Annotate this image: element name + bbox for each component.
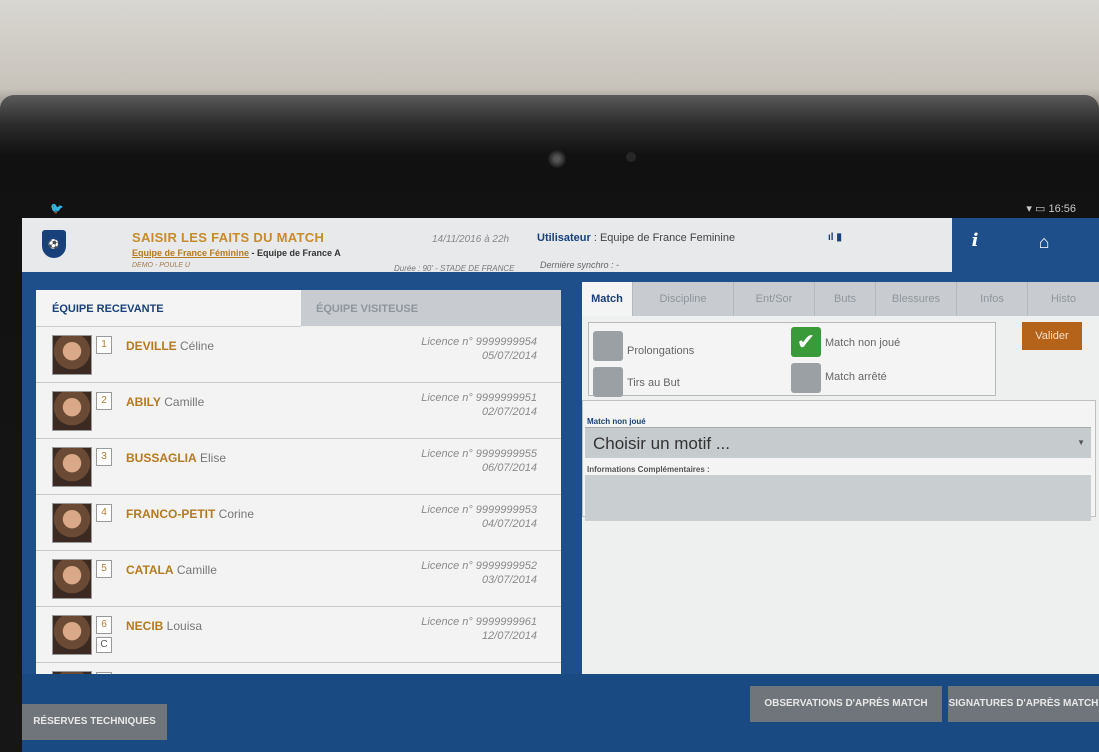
shirt-number: 1	[96, 336, 112, 354]
chevron-down-icon: ▼	[1077, 438, 1085, 447]
tab-blessures[interactable]: Blessures	[876, 282, 957, 316]
player-name: BUSSAGLIA Elise	[126, 451, 227, 465]
signatures-button[interactable]: SIGNATURES D'APRÈS MATCH	[948, 686, 1099, 722]
bottom-bar: RÉSERVES TECHNIQUES OBSERVATIONS D'APRÈS…	[22, 674, 1099, 752]
player-name: DEVILLE Céline	[126, 339, 215, 353]
shirt-number: 5	[96, 560, 112, 578]
captain-badge: C	[96, 637, 112, 653]
player-row[interactable]: 2 ABILY Camille Licence n° 9999999951 02/…	[36, 383, 561, 439]
shirt-number: 4	[96, 504, 112, 522]
reserves-button[interactable]: RÉSERVES TECHNIQUES	[22, 704, 167, 740]
tab-away-team[interactable]: ÉQUIPE VISITEUSE	[301, 290, 561, 326]
player-licence: Licence n° 9999999961 12/07/2014	[421, 616, 537, 642]
match-non-joue-section: Match non joué Choisir un motif ... ▼ In…	[582, 400, 1096, 521]
match-date: 14/11/2016 à 22h	[432, 234, 510, 245]
match-tabs: Match Discipline Ent/Sor Buts Blessures …	[582, 282, 1099, 316]
player-row[interactable]: 5 CATALA Camille Licence n° 9999999952 03…	[36, 551, 561, 607]
player-row[interactable]: 3 BUSSAGLIA Elise Licence n° 9999999955 0…	[36, 439, 561, 495]
players-panel: ÉQUIPE RECEVANTE ÉQUIPE VISITEUSE 1 DEVI…	[36, 290, 561, 674]
checkmark-icon: ✔	[796, 329, 816, 354]
player-name: CATALA Camille	[126, 563, 217, 577]
info-label: Informations Complémentaires :	[587, 465, 710, 474]
team-tabs: ÉQUIPE RECEVANTE ÉQUIPE VISITEUSE	[36, 290, 561, 327]
tab-ent-sor[interactable]: Ent/Sor	[734, 282, 815, 316]
match-panel: Match Discipline Ent/Sor Buts Blessures …	[582, 282, 1099, 674]
motif-select[interactable]: Choisir un motif ... ▼	[585, 427, 1091, 458]
player-licence: Licence n° 9999999954 05/07/2014	[421, 336, 537, 362]
match-teams: Equipe de France Féminine - Equipe de Fr…	[132, 248, 341, 258]
tab-buts[interactable]: Buts	[815, 282, 876, 316]
player-licence: Licence n° 9999999953 04/07/2014	[421, 504, 537, 530]
match-duration: Durée : 90' - STADE DE FRANCE	[394, 264, 515, 273]
player-licence: Licence n° 9999999952 03/07/2014	[421, 560, 537, 586]
match-non-joue-label: Match non joué	[825, 337, 901, 349]
tab-home-team[interactable]: ÉQUIPE RECEVANTE	[36, 290, 301, 327]
signal-icon: ıl ▮	[828, 232, 842, 243]
app-header: ⚽ SAISIR LES FAITS DU MATCH Equipe de Fr…	[22, 218, 1099, 273]
info-textarea[interactable]	[585, 475, 1091, 521]
player-row[interactable]	[36, 663, 561, 674]
player-row[interactable]: 4 FRANCO-PETIT Corine Licence n° 9999999…	[36, 495, 561, 551]
player-name: FRANCO-PETIT Corine	[126, 507, 255, 521]
match-arrete-checkbox[interactable]	[791, 363, 821, 393]
tab-match[interactable]: Match	[582, 282, 633, 316]
shirt-number: 3	[96, 448, 112, 466]
page-title: SAISIR LES FAITS DU MATCH	[132, 230, 325, 245]
shirt-number: 2	[96, 392, 112, 410]
info-button[interactable]: i	[964, 230, 986, 256]
app-screen: ⚽ SAISIR LES FAITS DU MATCH Equipe de Fr…	[22, 218, 1099, 752]
android-status-bar: 🐦 ▾ ▭ 16:56	[22, 200, 1082, 218]
wifi-icon: ▾	[1026, 203, 1032, 215]
fff-logo: ⚽	[42, 230, 66, 258]
tirs-au-but-label: Tirs au But	[627, 377, 680, 389]
match-options: Prolongations Tirs au But ✔ Match non jo…	[588, 322, 996, 397]
competition-name: DEMO - POULE U	[132, 262, 190, 269]
player-photo	[52, 335, 92, 375]
battery-icon: ▭	[1035, 203, 1046, 215]
section-label: Match non joué	[587, 417, 646, 426]
tab-histo[interactable]: Histo	[1028, 282, 1099, 316]
player-licence: Licence n° 9999999955 06/07/2014	[421, 448, 537, 474]
last-sync: Dernière synchro : -	[540, 260, 620, 270]
player-photo	[52, 391, 92, 431]
tirs-au-but-checkbox[interactable]	[593, 367, 623, 397]
tab-discipline[interactable]: Discipline	[633, 282, 734, 316]
prolongations-label: Prolongations	[627, 345, 695, 357]
status-right: ▾ ▭ 16:56	[1026, 202, 1076, 215]
light-sensor	[626, 152, 636, 162]
background-wall	[0, 0, 1099, 110]
home-icon[interactable]: ⌂	[1032, 232, 1056, 256]
tab-infos[interactable]: Infos	[957, 282, 1028, 316]
player-name: ABILY Camille	[126, 395, 205, 409]
player-photo	[52, 503, 92, 543]
valider-button[interactable]: Valider	[1022, 322, 1082, 350]
front-camera	[548, 150, 566, 168]
player-row[interactable]: 1 DEVILLE Céline Licence n° 9999999954 05…	[36, 327, 561, 383]
player-photo	[52, 559, 92, 599]
user-info: Utilisateur : Equipe de France Feminine	[537, 232, 736, 244]
observations-button[interactable]: OBSERVATIONS D'APRÈS MATCH	[750, 686, 942, 722]
player-photo	[52, 447, 92, 487]
player-photo	[52, 615, 92, 655]
player-name: NECIB Louisa	[126, 619, 203, 633]
prolongations-checkbox[interactable]	[593, 331, 623, 361]
player-row[interactable]: 6 C NECIB Louisa Licence n° 9999999961 12…	[36, 607, 561, 663]
match-arrete-label: Match arrêté	[825, 371, 887, 383]
twitter-icon: 🐦	[50, 203, 64, 215]
shirt-number: 6	[96, 616, 112, 634]
clock: 16:56	[1048, 203, 1076, 215]
match-non-joue-checkbox[interactable]: ✔	[791, 327, 821, 357]
player-licence: Licence n° 9999999951 02/07/2014	[421, 392, 537, 418]
